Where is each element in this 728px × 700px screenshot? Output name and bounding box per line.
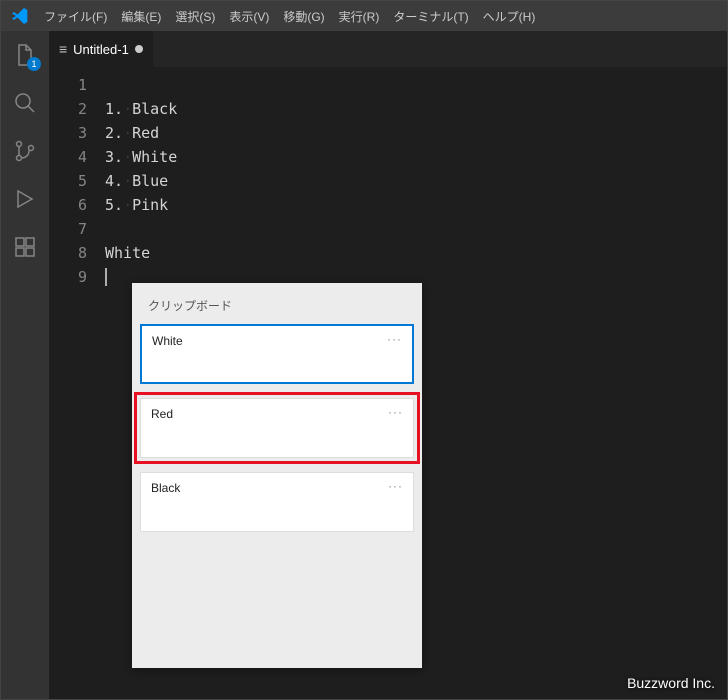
explorer-icon[interactable]: [11, 41, 39, 69]
editor-line[interactable]: 21.·Black: [49, 97, 727, 121]
clipboard-item[interactable]: White ···: [140, 324, 414, 384]
watermark-text: Buzzword Inc.: [627, 675, 715, 691]
editor-line[interactable]: 7: [49, 217, 727, 241]
line-number: 4: [49, 148, 105, 166]
line-number: 9: [49, 268, 105, 286]
line-content: 4.·Blue: [105, 172, 168, 190]
line-number: 1: [49, 76, 105, 94]
text-cursor: [105, 268, 107, 286]
line-content: 2.·Red: [105, 124, 159, 142]
editor-line[interactable]: 43.·White: [49, 145, 727, 169]
more-icon[interactable]: ···: [387, 332, 402, 346]
clipboard-item-text: Black: [151, 481, 180, 495]
editor-line[interactable]: 8White: [49, 241, 727, 265]
line-content: 3.·White: [105, 148, 177, 166]
source-control-icon[interactable]: [11, 137, 39, 165]
tabs-bar: ≡ Untitled-1: [49, 31, 727, 67]
clipboard-item-text: Red: [151, 407, 173, 421]
menu-edit[interactable]: 編集(E): [114, 8, 168, 25]
editor-line[interactable]: 54.·Blue: [49, 169, 727, 193]
line-content: 5.·Pink: [105, 196, 168, 214]
menu-view[interactable]: 表示(V): [222, 8, 276, 25]
menu-selection[interactable]: 選択(S): [168, 8, 222, 25]
clipboard-panel: クリップボード White ··· Red ··· Black ···: [132, 283, 422, 668]
clipboard-title: クリップボード: [140, 293, 414, 324]
tab-dirty-indicator-icon: [135, 45, 143, 53]
line-number: 5: [49, 172, 105, 190]
menu-help[interactable]: ヘルプ(H): [476, 8, 543, 25]
clipboard-item-text: White: [152, 334, 183, 348]
activity-bar: [1, 31, 49, 699]
line-number: 3: [49, 124, 105, 142]
vscode-logo-icon: [11, 7, 29, 25]
line-number: 6: [49, 196, 105, 214]
line-content: 1.·Black: [105, 100, 177, 118]
clipboard-item[interactable]: Black ···: [140, 472, 414, 532]
search-icon[interactable]: [11, 89, 39, 117]
menu-run[interactable]: 実行(R): [332, 8, 387, 25]
menubar: ファイル(F) 編集(E) 選択(S) 表示(V) 移動(G) 実行(R) ター…: [1, 1, 727, 31]
clipboard-item[interactable]: Red ···: [140, 398, 414, 458]
line-number: 2: [49, 100, 105, 118]
line-number: 8: [49, 244, 105, 262]
editor-line[interactable]: 1: [49, 73, 727, 97]
more-icon[interactable]: ···: [388, 479, 403, 493]
extensions-icon[interactable]: [11, 233, 39, 261]
file-icon: ≡: [59, 41, 67, 57]
run-debug-icon[interactable]: [11, 185, 39, 213]
line-content: White: [105, 244, 150, 262]
line-content: [105, 268, 107, 287]
menu-file[interactable]: ファイル(F): [37, 8, 114, 25]
menu-go[interactable]: 移動(G): [276, 8, 331, 25]
menu-terminal[interactable]: ターミナル(T): [386, 8, 475, 25]
tab-label: Untitled-1: [73, 42, 129, 57]
tab-untitled-1[interactable]: ≡ Untitled-1: [49, 31, 154, 67]
editor-line[interactable]: 65.·Pink: [49, 193, 727, 217]
line-number: 7: [49, 220, 105, 238]
editor-line[interactable]: 32.·Red: [49, 121, 727, 145]
more-icon[interactable]: ···: [388, 405, 403, 419]
